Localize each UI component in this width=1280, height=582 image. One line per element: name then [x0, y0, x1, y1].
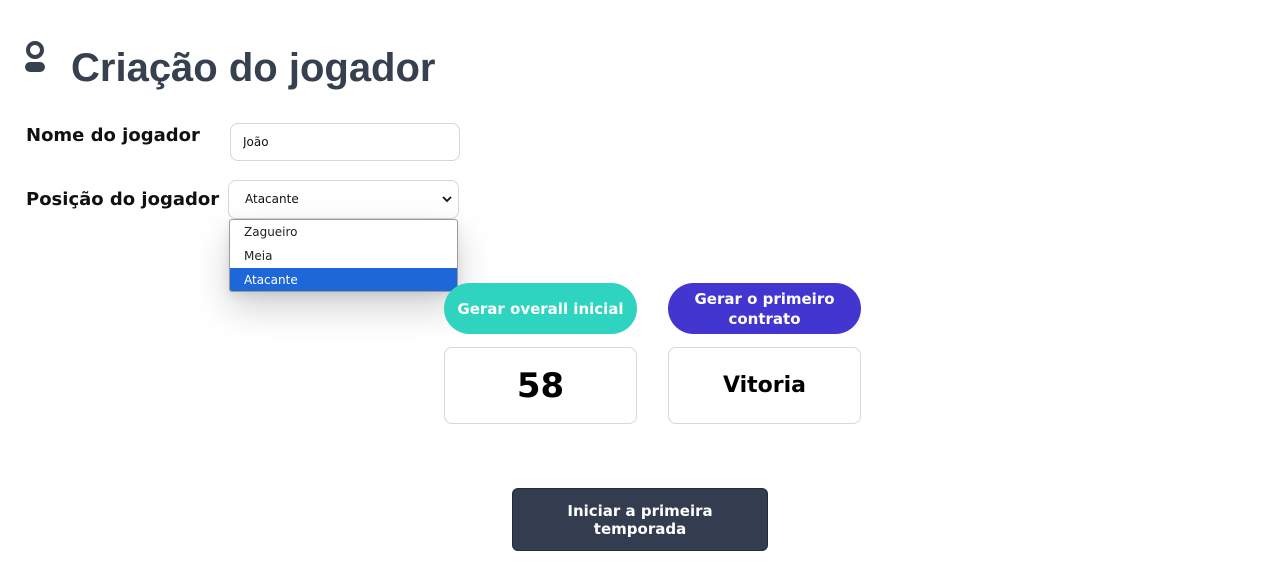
generate-overall-button[interactable]: Gerar overall inicial [444, 283, 637, 334]
contract-club: Vitoria [722, 373, 807, 398]
option-zagueiro[interactable]: Zagueiro [230, 220, 457, 244]
contract-result: Vitoria [668, 347, 861, 424]
player-name-input[interactable] [230, 123, 460, 161]
chevron-down-icon [442, 196, 452, 203]
select-value: Atacante [245, 192, 299, 206]
player-position-label: Posição do jogador [26, 189, 220, 210]
position-dropdown-list: Zagueiro Meia Atacante [229, 219, 458, 292]
overall-result: 58 [444, 347, 637, 424]
player-position-select[interactable]: Atacante [228, 180, 459, 219]
start-season-button[interactable]: Iniciar a primeira temporada [512, 488, 768, 551]
generate-contract-button[interactable]: Gerar o primeiro contrato [668, 283, 861, 334]
player-name-label: Nome do jogador [26, 125, 200, 146]
overall-value: 58 [516, 365, 565, 406]
user-icon [25, 41, 45, 72]
option-meia[interactable]: Meia [230, 244, 457, 268]
option-atacante[interactable]: Atacante [230, 268, 457, 291]
page-title: Criação do jogador [71, 46, 436, 90]
